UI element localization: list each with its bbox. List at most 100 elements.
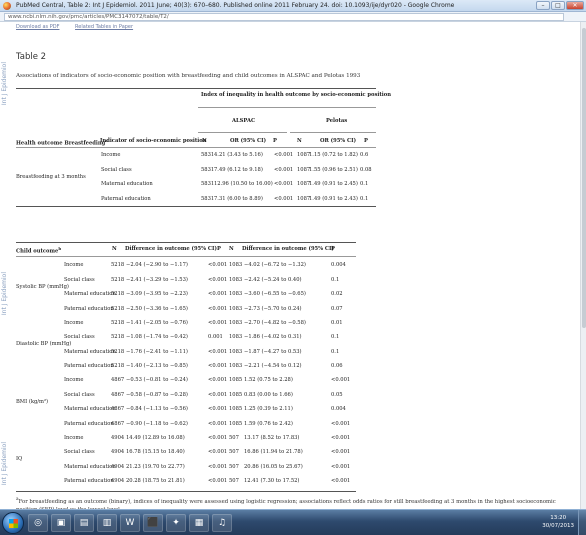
n-cell: 5218 [111, 262, 125, 268]
n-cell: 5218 [111, 334, 125, 340]
table-rule [198, 132, 287, 133]
diff-cell: −1.40 (−2.13 to −0.85) [126, 363, 188, 369]
system-clock[interactable]: 13:20 30/07/2013 [542, 514, 574, 530]
p-cell: <0.001 [331, 420, 351, 427]
table-title: Table 2 [16, 52, 47, 62]
p-cell: <0.001 [208, 449, 228, 455]
p-cell: 0.6 [360, 152, 369, 158]
n-cell: 5218 [111, 291, 125, 297]
taskbar-app-icon[interactable]: ♫ [212, 514, 232, 532]
p-cell: <0.001 [208, 348, 228, 355]
n-cell: 1085 [229, 391, 243, 398]
window-controls: – □ ✕ [536, 1, 584, 10]
diff-cell: −3.09 (−3.95 to −2.23) [126, 291, 188, 297]
col-or-header: OR (95% CI) [230, 138, 267, 144]
url-input[interactable]: www.ncbi.nlm.nih.gov/pmc/articles/PMC314… [4, 13, 564, 21]
chrome-icon [3, 2, 11, 10]
or-cell: 1.49 (0.91 to 2.45) [309, 181, 358, 187]
p-cell: 0.06 [331, 363, 343, 369]
start-button[interactable] [2, 512, 24, 534]
minimize-button[interactable]: – [536, 1, 550, 10]
diff-cell: −0.90 (−1.18 to −0.62) [126, 420, 188, 427]
download-link[interactable]: Download as PDF [16, 24, 59, 30]
n-cell: 1085 [229, 377, 243, 383]
diff-cell: −2.21 (−4.54 to 0.12) [244, 363, 302, 369]
p-cell: <0.001 [208, 377, 228, 383]
indicator-cell: Maternal education [64, 348, 116, 355]
journal-side-label-2: Int J Epidemiol [1, 272, 8, 316]
p-cell: <0.001 [208, 319, 228, 326]
table-rule [16, 242, 356, 243]
col-n-header: N [297, 138, 302, 144]
diff-cell: −2.70 (−4.82 to −0.58) [244, 319, 306, 326]
taskbar-app-icon[interactable]: ⬛ [143, 514, 163, 532]
indicator-cell: Social class [101, 167, 132, 173]
indicator-cell: Maternal education [64, 291, 116, 297]
n-cell: 507 [229, 478, 239, 484]
table-footnote: aFor breastfeeding as an outcome (binary… [16, 496, 576, 509]
n-cell: 4904 [111, 478, 125, 484]
taskbar-app-icon[interactable]: ▦ [189, 514, 209, 532]
p-cell: 0.01 [331, 319, 343, 326]
or-cell: 1.55 (0.96 to 2.51) [309, 167, 358, 173]
outcome-label: Diastolic BP (mmHg) [16, 341, 72, 348]
n-cell: 1083 [229, 305, 243, 312]
address-bar: www.ncbi.nlm.nih.gov/pmc/articles/PMC314… [0, 12, 586, 22]
table-rule [290, 132, 376, 133]
taskbar-app-icon[interactable]: ◎ [28, 514, 48, 532]
diff-cell: −2.42 (−5.24 to 0.40) [244, 276, 302, 283]
p-cell: <0.001 [208, 262, 228, 268]
n-cell: 507 [229, 463, 239, 470]
indicator-cell: Social class [64, 449, 95, 455]
n-cell: 507 [229, 449, 239, 455]
table-rule [16, 206, 376, 207]
n-cell: 1083 [229, 334, 243, 340]
p-cell: <0.001 [331, 463, 351, 470]
p-cell: 0.004 [331, 406, 346, 412]
taskbar-app-icon[interactable]: ▣ [51, 514, 71, 532]
taskbar-app-icon[interactable]: W [120, 514, 140, 532]
p-cell: <0.001 [208, 420, 228, 427]
indicator-cell: Paternal education [64, 305, 114, 312]
n-cell: 1083 [229, 276, 243, 283]
indicator-cell: Paternal education [101, 196, 151, 202]
indicator-cell: Social class [64, 334, 95, 340]
taskbar-app-icon[interactable]: ▤ [74, 514, 94, 532]
pelotas-header: Pelotas [326, 118, 348, 124]
p-cell: 0.07 [331, 305, 343, 312]
n-cell: 1085 [229, 406, 243, 412]
clock-time: 13:20 [550, 515, 567, 521]
taskbar-app-icon[interactable]: ✦ [166, 514, 186, 532]
or-cell: 4.21 (3.43 to 5.16) [214, 152, 263, 158]
n-cell: 1083 [229, 348, 243, 355]
indicator-cell: Maternal education [64, 406, 116, 412]
col-n-header: N [229, 246, 234, 252]
p-cell: 0.1 [360, 181, 369, 187]
related-tables-link[interactable]: Related Tables in Paper [75, 24, 133, 30]
show-desktop-button[interactable] [578, 510, 586, 535]
outcome-label: Breastfeeding at 3 months [16, 174, 86, 180]
indicator-cell: Paternal education [64, 363, 114, 369]
table-rule [16, 491, 356, 492]
p-cell: <0.001 [331, 377, 351, 383]
n-cell: 4867 [111, 391, 125, 398]
diff-cell: −1.86 (−4.02 to 0.31) [244, 334, 302, 340]
maximize-button[interactable]: □ [551, 1, 565, 10]
or-cell: 7.49 (6.12 to 9.18) [214, 167, 263, 173]
indicator-cell: Maternal education [64, 463, 116, 470]
diff-cell: 16.86 (11.94 to 21.78) [244, 449, 303, 455]
diff-cell: −2.41 (−3.29 to −1.53) [126, 276, 188, 283]
diff-cell: −1.76 (−2.41 to −1.11) [126, 348, 188, 355]
n-cell: 4867 [111, 420, 125, 427]
close-button[interactable]: ✕ [566, 1, 584, 10]
window-title: PubMed Central, Table 2: Int J Epidemiol… [16, 2, 455, 9]
n-cell: 5831 [201, 181, 215, 187]
indicator-cell: Income [64, 377, 84, 383]
p-cell: <0.001 [208, 291, 228, 297]
scrollbar-thumb[interactable] [582, 28, 586, 328]
page-scrollbar[interactable] [580, 22, 586, 509]
p-cell: 0.1 [360, 196, 369, 202]
diff-cell: 14.49 (12.89 to 16.08) [126, 434, 185, 441]
or-cell: 1.49 (0.91 to 2.43) [309, 196, 358, 202]
taskbar-app-icon[interactable]: ▥ [97, 514, 117, 532]
